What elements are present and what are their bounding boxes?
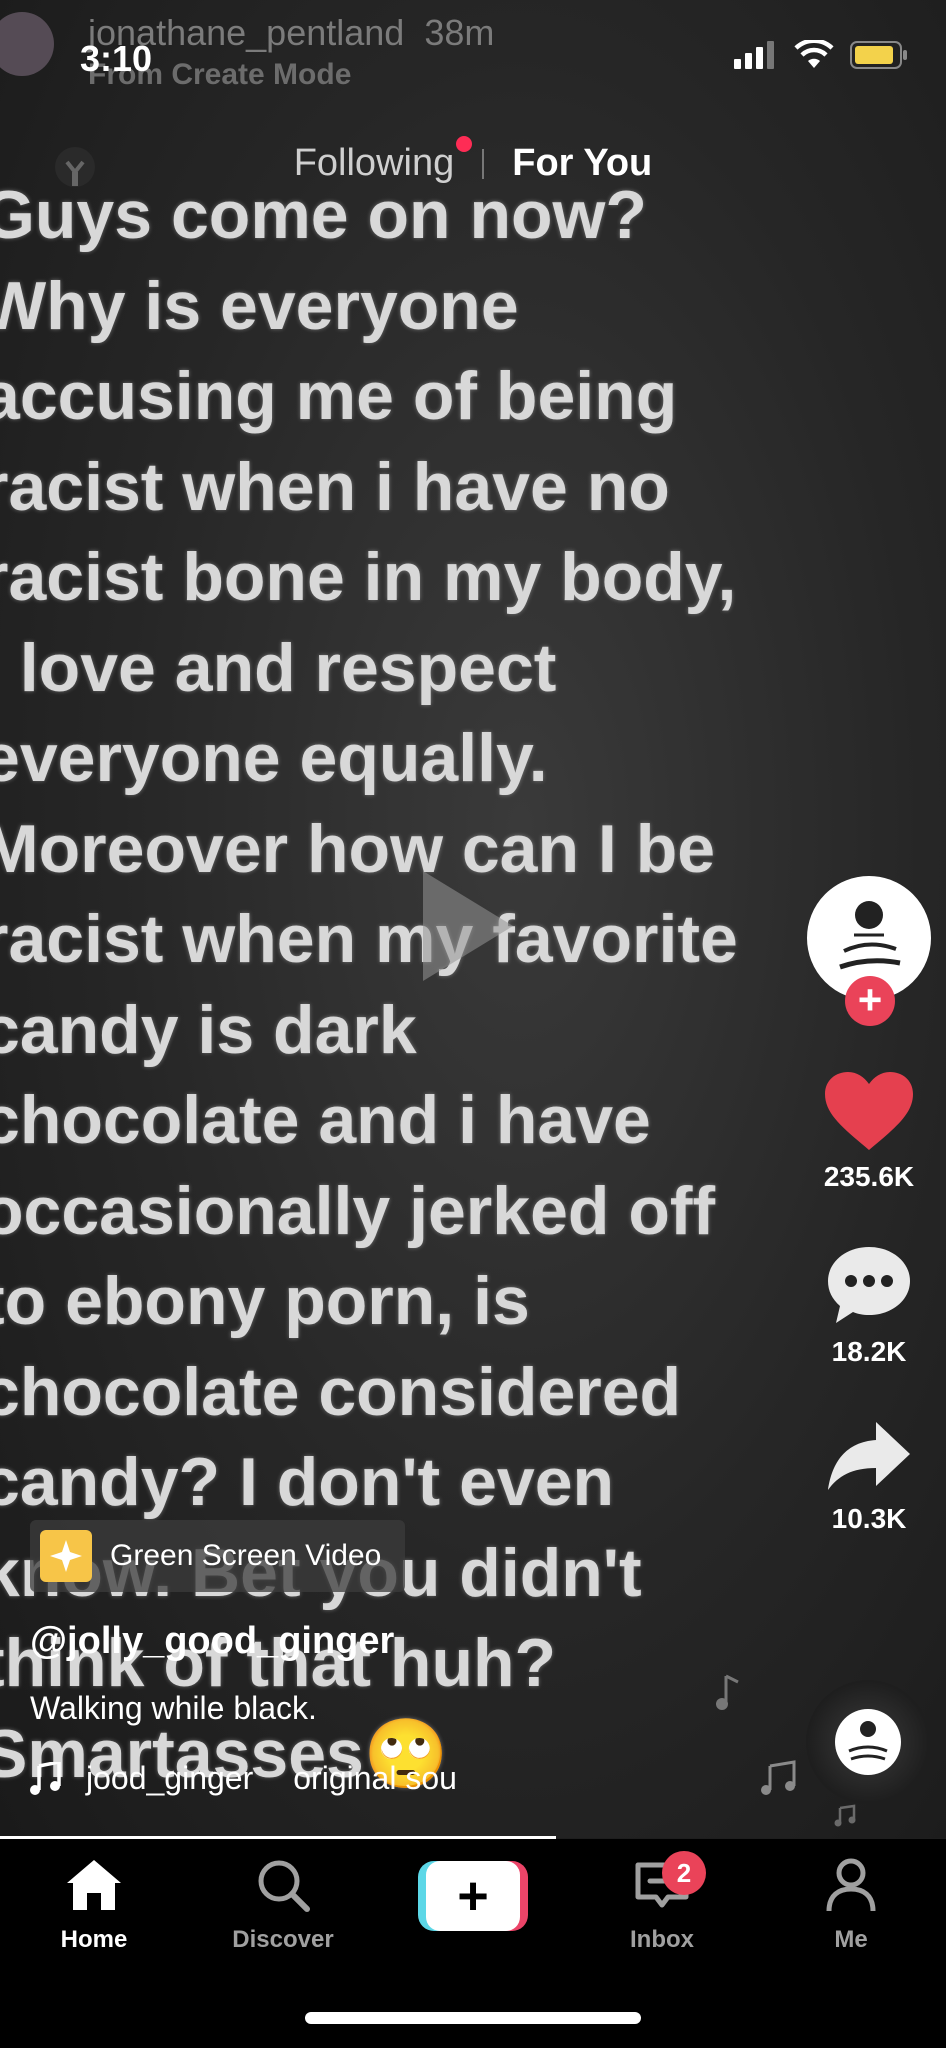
tab-home-label: Home [60, 1926, 128, 1953]
comment-button[interactable]: 18.2K [804, 1243, 934, 1368]
create-plus-icon: + [426, 1861, 520, 1931]
video-text-line: to ebony porn, is [0, 1263, 530, 1339]
tab-me-label: Me [834, 1926, 868, 1953]
profile-icon [826, 1858, 876, 1912]
bottom-tabbar: Home Discover + 2 Inbox Me [0, 1839, 946, 2048]
tab-me[interactable]: Me [781, 1857, 921, 1954]
music-note-icon [30, 1761, 61, 1795]
post-description: Walking while black. [30, 1690, 317, 1726]
video-text-line: Moreover how can I be [0, 810, 716, 887]
video-text-line: chocolate and i have [0, 1082, 651, 1158]
sound-title: original sou [293, 1760, 457, 1796]
tab-inbox-label: Inbox [630, 1926, 694, 1953]
tab-following[interactable]: Following [293, 136, 473, 185]
signal-icon [734, 41, 774, 69]
video-text-line: accusing me of being [0, 358, 678, 434]
wifi-icon [794, 40, 834, 68]
video-text-line: racist when i have no [0, 448, 670, 525]
play-icon[interactable] [418, 866, 518, 986]
sound-disc[interactable] [806, 1680, 930, 1804]
tab-inbox[interactable]: 2 Inbox [592, 1851, 732, 1954]
follow-button[interactable]: + [845, 976, 895, 1026]
status-time: 3:10 [80, 38, 153, 79]
ghost-avatar [0, 12, 54, 76]
home-indicator [305, 2012, 641, 2024]
share-icon [828, 1422, 910, 1490]
floating-music-note-icon [760, 1760, 798, 1801]
create-button[interactable]: + [418, 1861, 528, 1931]
battery-icon [850, 41, 907, 69]
sound-marquee[interactable]: jood_ginger original sou [30, 1760, 550, 1797]
action-rail: + 235.6K 18.2K 10.3K [804, 876, 934, 1535]
tab-discover[interactable]: Discover [213, 1857, 353, 1954]
creator-avatar-wrap[interactable]: + [807, 876, 931, 1026]
video-text-line: I love and respect [0, 629, 557, 706]
inbox-badge: 2 [662, 1851, 706, 1895]
effect-label: Green Screen Video [110, 1539, 382, 1572]
ghost-time: 38m [424, 12, 495, 53]
share-button[interactable]: 10.3K [804, 1418, 934, 1535]
video-text-line: candy? I don't even [0, 1444, 615, 1520]
share-count: 10.3K [831, 1503, 907, 1534]
comment-count: 18.2K [831, 1336, 907, 1367]
video-text-line: racist bone in my body, [0, 539, 737, 615]
video-text-line: candy is dark [0, 991, 417, 1068]
post-username[interactable]: @jolly_good_ginger [30, 1620, 394, 1663]
effect-chip[interactable]: Green Screen Video [30, 1520, 406, 1592]
search-icon [258, 1860, 310, 1912]
home-icon [67, 1860, 121, 1910]
video-text-line: everyone equally. [0, 720, 548, 796]
tab-discover-label: Discover [232, 1926, 334, 1953]
green-screen-effect-icon [40, 1530, 92, 1582]
tab-home[interactable]: Home [24, 1857, 164, 1954]
jolly-good-ginger-logo-icon [848, 1721, 888, 1761]
feed-tabs: Following For You [0, 136, 946, 185]
video-text-line: Why is everyone [0, 267, 519, 344]
notification-dot [456, 136, 473, 152]
status-icons [734, 40, 908, 70]
sound-disc-avatar [835, 1709, 901, 1775]
like-button[interactable]: 235.6K [804, 1070, 934, 1193]
video-text-line: chocolate considered [0, 1353, 682, 1430]
like-count: 235.6K [823, 1161, 915, 1192]
tab-for-you[interactable]: For You [512, 142, 652, 185]
sound-user: jood_ginger [86, 1760, 254, 1796]
video-text-line: occasionally jerked off [0, 1172, 716, 1249]
video-text-line: racist when my favorite [0, 901, 738, 977]
tab-divider [482, 148, 485, 179]
heart-icon [825, 1072, 913, 1150]
tab-following-label: Following [293, 142, 455, 184]
floating-music-note-icon [834, 1804, 858, 1833]
floating-music-note-icon [714, 1672, 744, 1717]
comment-icon [828, 1247, 910, 1323]
